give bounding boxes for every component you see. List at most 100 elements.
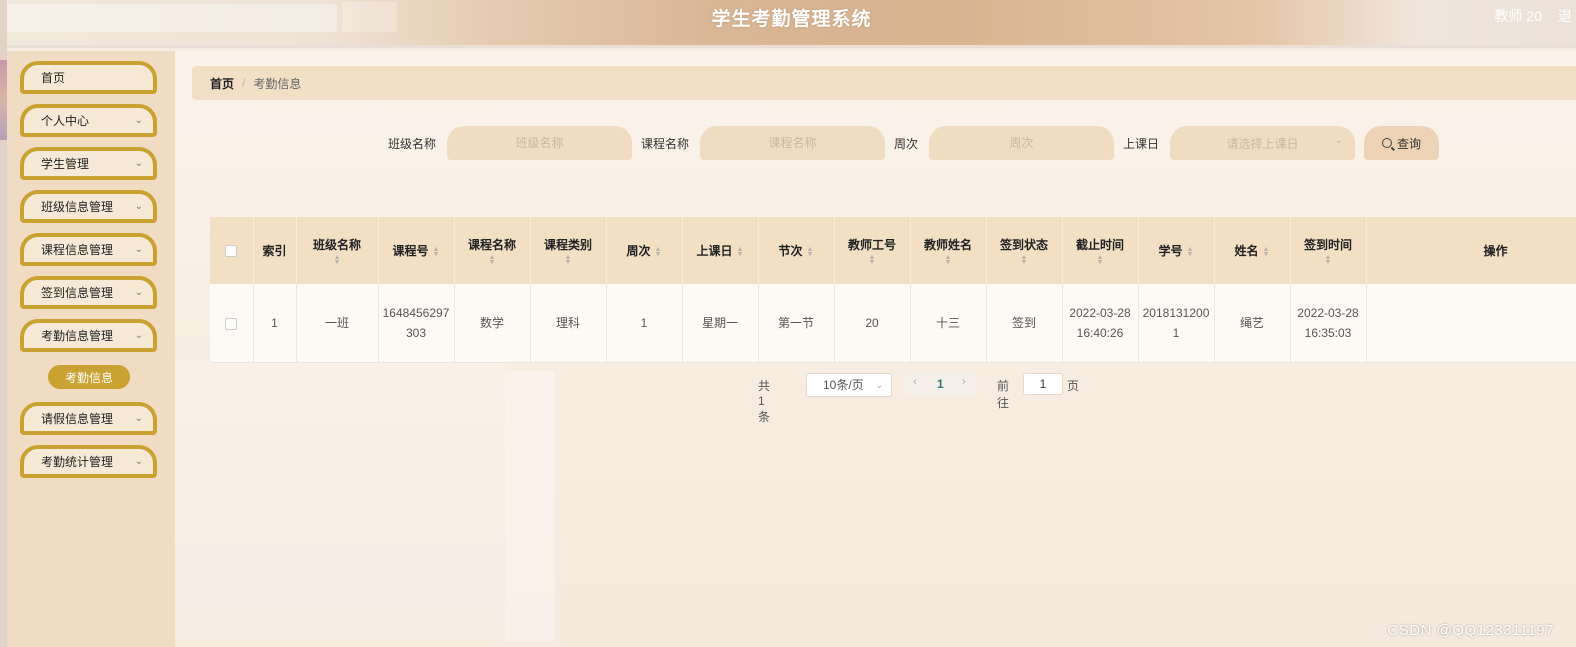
course-name-label: 课程名称 xyxy=(641,137,690,151)
sort-icon[interactable]: ▲ ▼ xyxy=(655,246,662,258)
column-header[interactable]: 课程名称 ▲ ▼ xyxy=(454,217,531,284)
sidebar-item-label: 请假信息管理 xyxy=(41,412,114,426)
column-header[interactable]: 课程号 ▲ ▼ xyxy=(378,217,455,284)
column-header-label: 索引 xyxy=(262,244,287,258)
sort-icon[interactable]: ▲ ▼ xyxy=(737,246,744,258)
sort-icon[interactable]: ▲ ▼ xyxy=(459,254,526,266)
sidebar-item-leave[interactable]: 请假信息管理 ⌄ xyxy=(20,402,157,435)
sort-icon[interactable]: ▲ ▼ xyxy=(915,254,982,266)
sidebar-item-attendance[interactable]: 考勤信息管理 ⌄ xyxy=(20,319,157,352)
column-header[interactable]: 签到状态 ▲ ▼ xyxy=(986,217,1063,284)
class-day-select[interactable]: 请选择上课日 ⌄ xyxy=(1170,126,1355,160)
attendance-table: 索引 班级名称 ▲ ▼ 课程号 ▲ ▼ 课程名称 ▲ ▼ 课程类别 ▲ ▼ 周次 ▲ ▼ 上课日 ▲ ▼… xyxy=(210,217,1576,363)
page-number[interactable]: 1 xyxy=(937,377,944,391)
column-header-label: 节次 xyxy=(778,244,803,258)
actions-cell xyxy=(1366,284,1576,363)
breadcrumb-separator: / xyxy=(242,76,246,90)
background-decoration xyxy=(505,371,555,641)
sort-icon[interactable]: ▲ ▼ xyxy=(991,254,1058,266)
sort-icon[interactable]: ▲ ▼ xyxy=(807,246,814,258)
table-cell: 签到 xyxy=(986,284,1063,363)
column-header[interactable]: 节次 ▲ ▼ xyxy=(758,217,835,284)
sidebar-item-label: 个人中心 xyxy=(41,114,90,128)
sort-icon[interactable]: ▲ ▼ xyxy=(1263,246,1270,258)
table-cell: 2022-03-28 16:35:03 xyxy=(1290,284,1367,363)
column-header-label: 周次 xyxy=(626,244,651,258)
column-header-label: 姓名 xyxy=(1234,244,1259,258)
submenu-item-attendance-info[interactable]: 考勤信息 xyxy=(48,365,130,389)
sidebar-item-label: 课程信息管理 xyxy=(41,243,114,257)
column-header-label: 签到状态 xyxy=(999,238,1048,252)
course-name-input[interactable] xyxy=(700,126,885,160)
select-all-checkbox[interactable] xyxy=(225,245,238,258)
table-cell: 星期一 xyxy=(682,284,759,363)
column-header-label: 操作 xyxy=(1483,244,1508,258)
table-cell: 2022-03-28 16:40:26 xyxy=(1062,284,1139,363)
logout-link[interactable]: 退 xyxy=(1558,6,1572,26)
row-checkbox[interactable] xyxy=(225,317,238,330)
table-cell: 绳艺 xyxy=(1214,284,1291,363)
table-cell: 十三 xyxy=(910,284,987,363)
chevron-down-icon: ⌄ xyxy=(134,330,143,341)
sidebar-item-classes[interactable]: 班级信息管理 ⌄ xyxy=(20,190,157,223)
breadcrumb-home[interactable]: 首页 xyxy=(210,75,234,92)
sort-icon[interactable]: ▲ ▼ xyxy=(535,254,602,266)
sort-icon[interactable]: ▲ ▼ xyxy=(1187,246,1194,258)
column-header[interactable]: 教师姓名 ▲ ▼ xyxy=(910,217,987,284)
column-header[interactable]: 签到时间 ▲ ▼ xyxy=(1290,217,1367,284)
sidebar-item-statistics[interactable]: 考勤统计管理 ⌄ xyxy=(20,445,157,478)
sort-icon[interactable]: ▲ ▼ xyxy=(301,254,374,266)
sidebar-item-profile[interactable]: 个人中心 ⌄ xyxy=(20,104,157,137)
column-header[interactable]: 教师工号 ▲ ▼ xyxy=(834,217,911,284)
column-header[interactable]: 课程类别 ▲ ▼ xyxy=(530,217,607,284)
table-cell: 数学 xyxy=(454,284,531,363)
chevron-down-icon: ⌄ xyxy=(134,287,143,298)
column-header-label: 上课日 xyxy=(696,244,733,258)
breadcrumb-current: 考勤信息 xyxy=(253,76,302,91)
goto-page-input[interactable] xyxy=(1023,373,1063,395)
current-user[interactable]: 教师 20 xyxy=(1495,6,1542,26)
sidebar: 首页 个人中心 ⌄ 学生管理 ⌄ 班级信息管理 ⌄ 课程信息管理 ⌄ 签到信息管理 ⌄ 考… xyxy=(7,51,175,647)
table-cell: 1 xyxy=(253,284,297,363)
sidebar-item-home[interactable]: 首页 xyxy=(20,61,157,94)
column-header-label: 课程类别 xyxy=(543,238,592,252)
sort-icon[interactable]: ▲ ▼ xyxy=(839,254,906,266)
column-header[interactable]: 姓名 ▲ ▼ xyxy=(1214,217,1291,284)
chevron-down-icon: ⌄ xyxy=(875,380,883,390)
prev-page-icon[interactable]: ‹ xyxy=(913,376,917,388)
sidebar-item-signin[interactable]: 签到信息管理 ⌄ xyxy=(20,276,157,309)
sort-icon[interactable]: ▲ ▼ xyxy=(1295,254,1362,266)
class-name-label: 班级名称 xyxy=(388,137,437,151)
top-header: 学生考勤管理系统 教师 20 退 xyxy=(7,0,1576,48)
pagination-total: 共 1 条 xyxy=(758,379,771,424)
sort-icon[interactable]: ▲ ▼ xyxy=(433,246,440,258)
page-size-select[interactable]: 10条/页 ⌄ xyxy=(806,373,892,397)
column-header[interactable]: 周次 ▲ ▼ xyxy=(606,217,683,284)
column-header[interactable]: 学号 ▲ ▼ xyxy=(1138,217,1215,284)
column-header[interactable]: 截止时间 ▲ ▼ xyxy=(1062,217,1139,284)
table-row[interactable]: 1 一班 1648456297303 数学 理科 1 星期一 第一节 20 十三… xyxy=(210,284,1576,363)
column-header[interactable]: 班级名称 ▲ ▼ xyxy=(296,217,379,284)
class-day-select-placeholder: 请选择上课日 xyxy=(1226,136,1299,151)
table-cell: 1648456297303 xyxy=(378,284,455,363)
page-size-value: 10条/页 xyxy=(823,378,864,392)
column-header[interactable]: 上课日 ▲ ▼ xyxy=(682,217,759,284)
week-label: 周次 xyxy=(894,137,919,151)
sidebar-item-label: 考勤统计管理 xyxy=(41,455,114,469)
column-header-label: 课程名称 xyxy=(467,238,516,252)
next-page-icon[interactable]: › xyxy=(962,376,966,388)
sidebar-item-label: 班级信息管理 xyxy=(41,200,114,214)
chevron-down-icon: ⌄ xyxy=(1334,135,1343,146)
background-decoration xyxy=(175,361,505,641)
chevron-down-icon: ⌄ xyxy=(134,115,143,126)
table-cell: 理科 xyxy=(530,284,607,363)
chevron-down-icon: ⌄ xyxy=(134,158,143,169)
sidebar-item-students[interactable]: 学生管理 ⌄ xyxy=(20,147,157,180)
sidebar-item-courses[interactable]: 课程信息管理 ⌄ xyxy=(20,233,157,266)
week-input[interactable] xyxy=(929,126,1114,160)
sort-icon[interactable]: ▲ ▼ xyxy=(1067,254,1134,266)
query-button[interactable]: 查询 xyxy=(1364,126,1439,160)
class-name-input[interactable] xyxy=(447,126,632,160)
column-header-label: 签到时间 xyxy=(1303,238,1352,252)
goto-label: 前往 xyxy=(997,379,1010,410)
